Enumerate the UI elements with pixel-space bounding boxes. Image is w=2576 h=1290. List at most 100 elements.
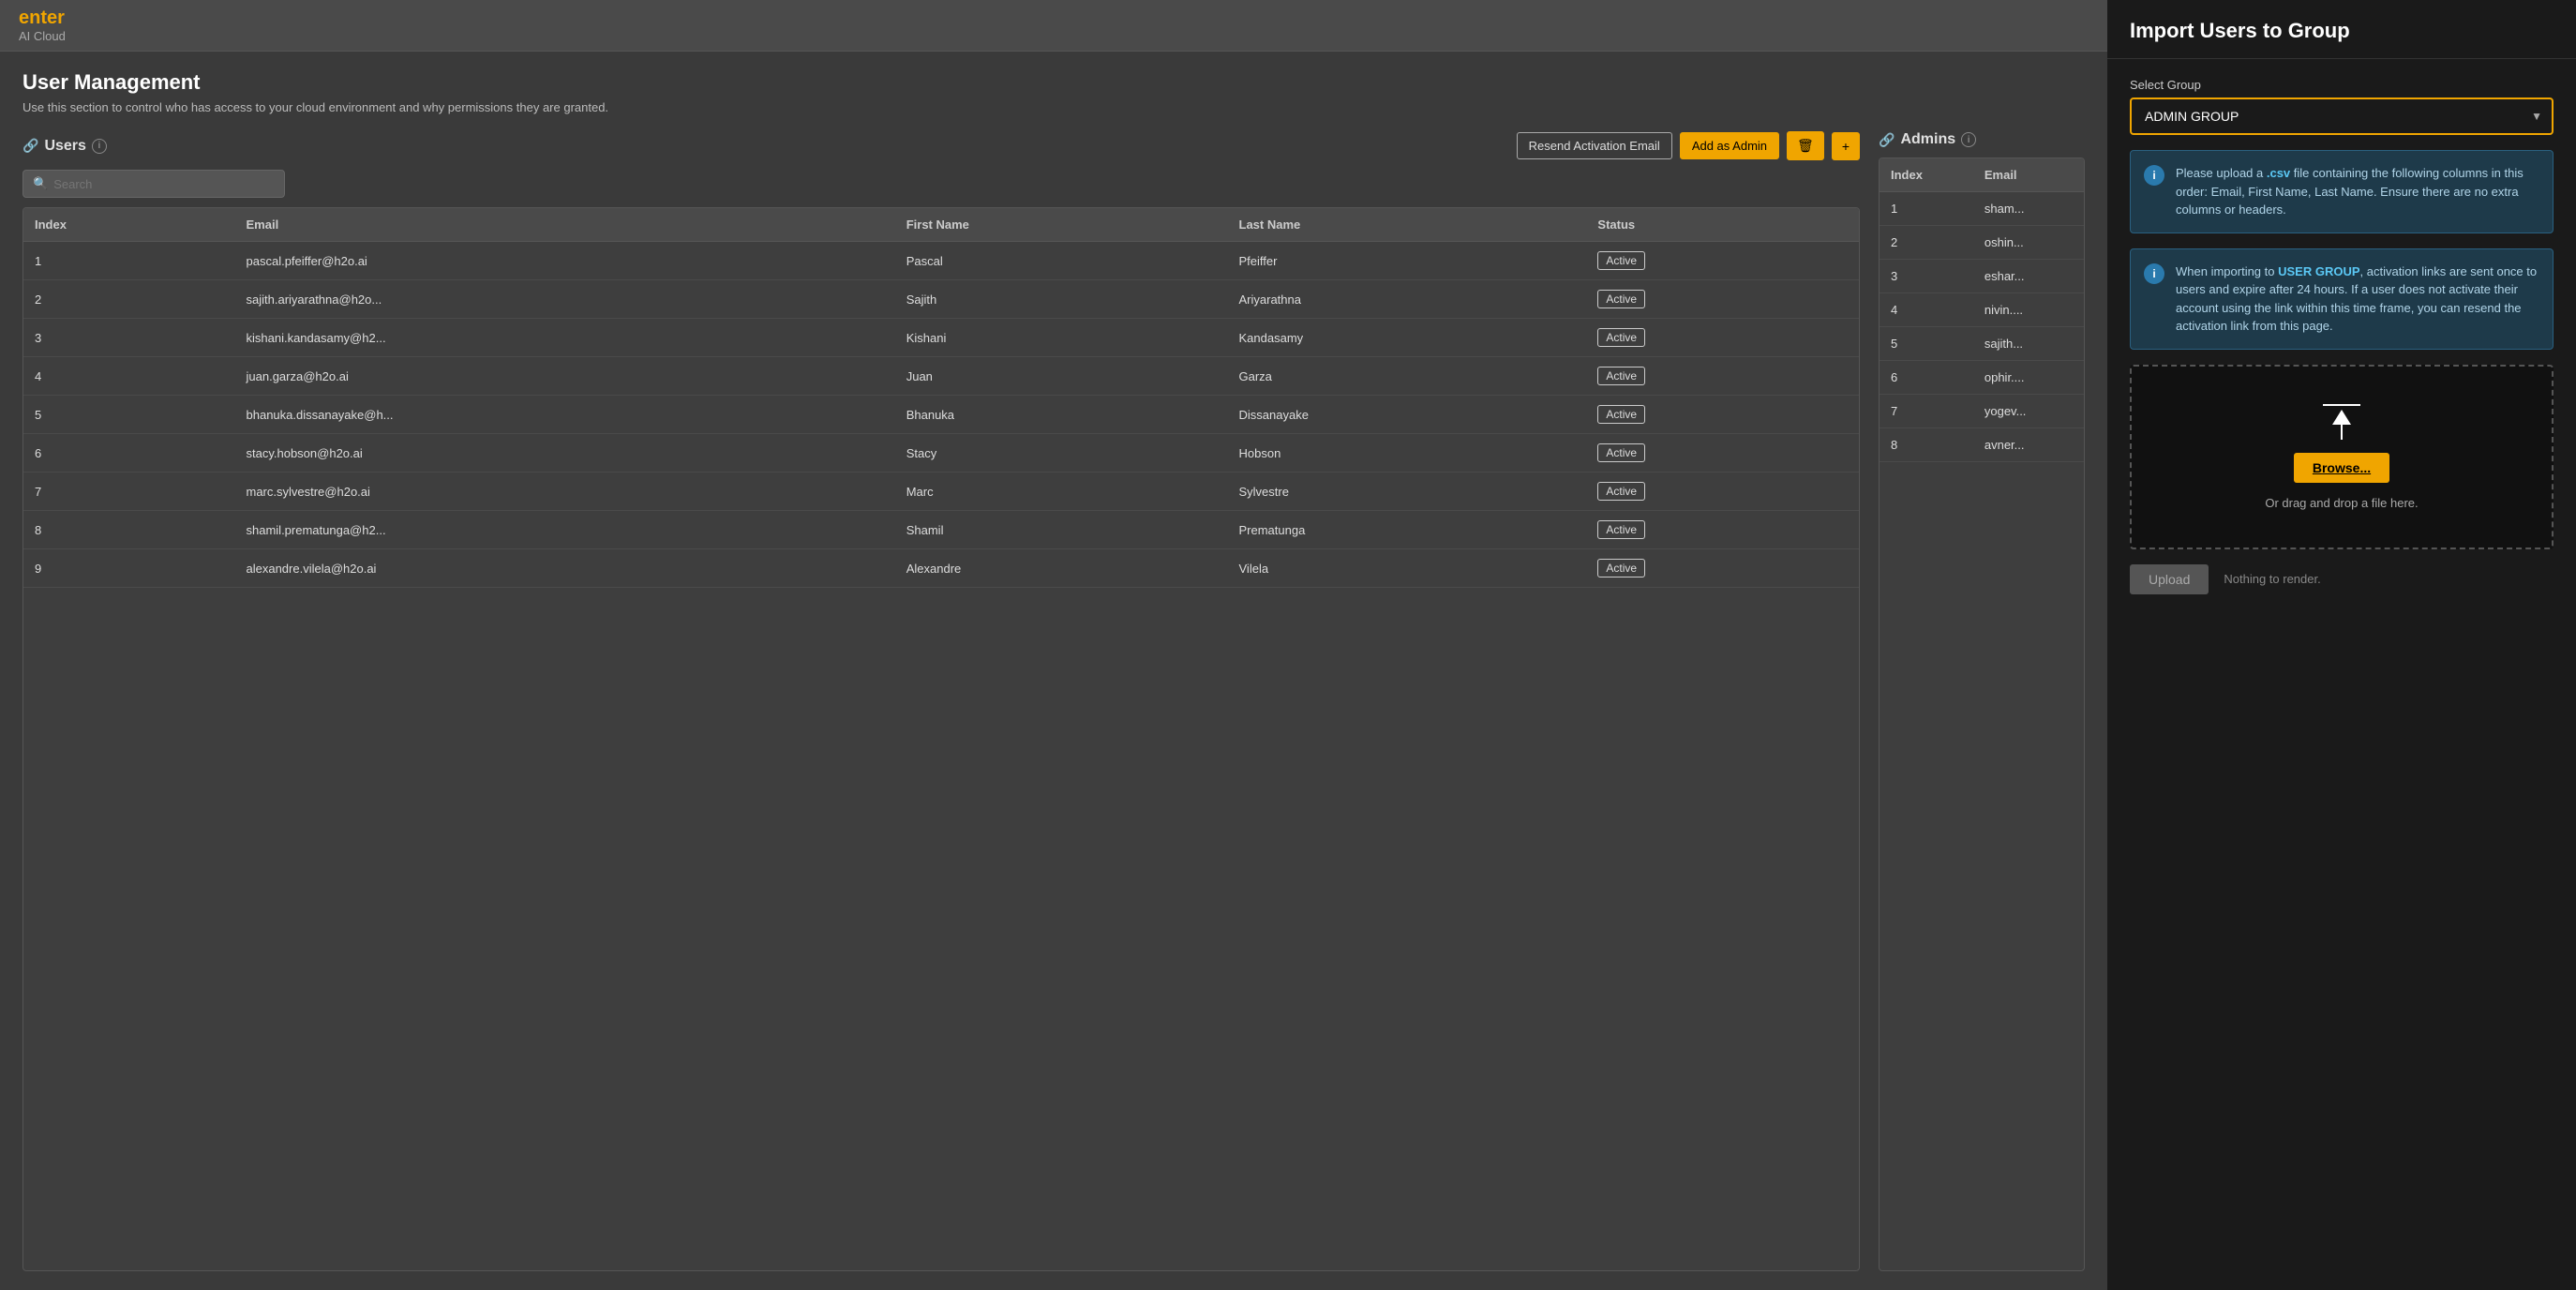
user-first-name: Juan bbox=[895, 357, 1228, 396]
admin-index: 1 bbox=[1880, 192, 1973, 226]
table-row[interactable]: 3 eshar... bbox=[1880, 260, 2084, 293]
user-index: 7 bbox=[23, 472, 235, 511]
info-box-csv: i Please upload a .csv file containing t… bbox=[2130, 150, 2554, 233]
status-badge: Active bbox=[1597, 405, 1645, 424]
table-row[interactable]: 9 alexandre.vilela@h2o.ai Alexandre Vile… bbox=[23, 549, 1859, 588]
table-row[interactable]: 4 nivin.... bbox=[1880, 293, 2084, 327]
status-badge: Active bbox=[1597, 482, 1645, 501]
user-last-name: Dissanayake bbox=[1228, 396, 1587, 434]
admin-index: 8 bbox=[1880, 428, 1973, 462]
user-index: 4 bbox=[23, 357, 235, 396]
user-status: Active bbox=[1586, 549, 1859, 588]
users-section-header: 🔗 Users i Resend Activation Email Add as… bbox=[22, 131, 1860, 160]
upload-button[interactable]: Upload bbox=[2130, 564, 2209, 594]
table-row[interactable]: 1 sham... bbox=[1880, 192, 2084, 226]
table-row[interactable]: 7 marc.sylvestre@h2o.ai Marc Sylvestre A… bbox=[23, 472, 1859, 511]
info-text-1: Please upload a .csv file containing the… bbox=[2176, 164, 2539, 219]
import-panel-header: Import Users to Group bbox=[2107, 0, 2576, 59]
admins-table-wrap: Index Email 1 sham... 2 oshin... 3 eshar… bbox=[1879, 158, 2085, 1271]
user-last-name: Hobson bbox=[1228, 434, 1587, 472]
nothing-to-render: Nothing to render. bbox=[2224, 572, 2320, 586]
app-name: enter bbox=[19, 8, 2089, 29]
import-panel-body: Select Group ADMIN GROUP USER GROUP ▼ i … bbox=[2107, 59, 2576, 1290]
user-last-name: Sylvestre bbox=[1228, 472, 1587, 511]
admin-index: 4 bbox=[1880, 293, 1973, 327]
table-row[interactable]: 8 avner... bbox=[1880, 428, 2084, 462]
table-row[interactable]: 1 pascal.pfeiffer@h2o.ai Pascal Pfeiffer… bbox=[23, 242, 1859, 280]
col-last-name: Last Name bbox=[1228, 208, 1587, 242]
table-row[interactable]: 6 ophir.... bbox=[1880, 361, 2084, 395]
user-last-name: Vilela bbox=[1228, 549, 1587, 588]
admin-col-email: Email bbox=[1973, 158, 2084, 192]
delete-button[interactable]: 🗑 bbox=[1787, 131, 1824, 160]
user-last-name: Prematunga bbox=[1228, 511, 1587, 549]
resend-activation-button[interactable]: Resend Activation Email bbox=[1517, 132, 1672, 159]
users-toolbar: Resend Activation Email Add as Admin 🗑 + bbox=[1517, 131, 1860, 160]
page-description: Use this section to control who has acce… bbox=[22, 100, 2085, 114]
table-row[interactable]: 3 kishani.kandasamy@h2... Kishani Kandas… bbox=[23, 319, 1859, 357]
search-wrap: 🔍 bbox=[22, 170, 285, 198]
admins-info-icon[interactable]: i bbox=[1961, 132, 1976, 147]
user-last-name: Pfeiffer bbox=[1228, 242, 1587, 280]
upload-area[interactable]: Browse... Or drag and drop a file here. bbox=[2130, 365, 2554, 549]
admin-index: 5 bbox=[1880, 327, 1973, 361]
user-first-name: Sajith bbox=[895, 280, 1228, 319]
admins-table-header-row: Index Email bbox=[1880, 158, 2084, 192]
admins-table-body: 1 sham... 2 oshin... 3 eshar... 4 nivin.… bbox=[1880, 192, 2084, 462]
user-first-name: Marc bbox=[895, 472, 1228, 511]
users-table-body: 1 pascal.pfeiffer@h2o.ai Pascal Pfeiffer… bbox=[23, 242, 1859, 588]
user-email: kishani.kandasamy@h2... bbox=[235, 319, 895, 357]
table-row[interactable]: 8 shamil.prematunga@h2... Shamil Prematu… bbox=[23, 511, 1859, 549]
import-panel: Import Users to Group Select Group ADMIN… bbox=[2107, 0, 2576, 1290]
col-index: Index bbox=[23, 208, 235, 242]
tables-row: 🔗 Users i Resend Activation Email Add as… bbox=[22, 131, 2085, 1271]
admins-link-icon: 🔗 bbox=[1879, 132, 1895, 148]
search-input[interactable] bbox=[53, 177, 275, 191]
search-icon: 🔍 bbox=[33, 176, 48, 191]
users-table: Index Email First Name Last Name Status … bbox=[23, 208, 1859, 588]
upload-actions: Upload Nothing to render. bbox=[2130, 564, 2554, 594]
add-as-admin-button[interactable]: Add as Admin bbox=[1680, 132, 1779, 159]
status-badge: Active bbox=[1597, 328, 1645, 347]
status-badge: Active bbox=[1597, 251, 1645, 270]
group-select[interactable]: ADMIN GROUP USER GROUP bbox=[2130, 98, 2554, 135]
add-user-button[interactable]: + bbox=[1832, 132, 1860, 160]
table-row[interactable]: 7 yogev... bbox=[1880, 395, 2084, 428]
users-table-header-row: Index Email First Name Last Name Status bbox=[23, 208, 1859, 242]
status-badge: Active bbox=[1597, 520, 1645, 539]
users-section-title: 🔗 Users i bbox=[22, 138, 107, 155]
users-info-icon[interactable]: i bbox=[92, 139, 107, 154]
table-row[interactable]: 5 sajith... bbox=[1880, 327, 2084, 361]
app-header: enter AI Cloud bbox=[0, 0, 2107, 52]
user-index: 2 bbox=[23, 280, 235, 319]
table-row[interactable]: 4 juan.garza@h2o.ai Juan Garza Active bbox=[23, 357, 1859, 396]
col-email: Email bbox=[235, 208, 895, 242]
admin-email: oshin... bbox=[1973, 226, 2084, 260]
table-row[interactable]: 2 sajith.ariyarathna@h2o... Sajith Ariya… bbox=[23, 280, 1859, 319]
link-icon: 🔗 bbox=[22, 138, 38, 154]
users-table-head: Index Email First Name Last Name Status bbox=[23, 208, 1859, 242]
table-row[interactable]: 2 oshin... bbox=[1880, 226, 2084, 260]
admins-table: Index Email 1 sham... 2 oshin... 3 eshar… bbox=[1880, 158, 2084, 462]
user-email: shamil.prematunga@h2... bbox=[235, 511, 895, 549]
browse-button[interactable]: Browse... bbox=[2294, 453, 2389, 483]
user-index: 8 bbox=[23, 511, 235, 549]
user-first-name: Shamil bbox=[895, 511, 1228, 549]
admins-title-label: Admins bbox=[1900, 131, 1955, 148]
admin-index: 3 bbox=[1880, 260, 1973, 293]
admin-email: nivin.... bbox=[1973, 293, 2084, 327]
table-row[interactable]: 6 stacy.hobson@h2o.ai Stacy Hobson Activ… bbox=[23, 434, 1859, 472]
admins-section-title: 🔗 Admins i bbox=[1879, 131, 1976, 148]
admin-email: sham... bbox=[1973, 192, 2084, 226]
table-row[interactable]: 5 bhanuka.dissanayake@h... Bhanuka Dissa… bbox=[23, 396, 1859, 434]
user-status: Active bbox=[1586, 396, 1859, 434]
select-group-label: Select Group bbox=[2130, 78, 2554, 92]
user-status: Active bbox=[1586, 242, 1859, 280]
admins-section-header: 🔗 Admins i bbox=[1879, 131, 2085, 148]
user-index: 3 bbox=[23, 319, 235, 357]
user-status: Active bbox=[1586, 280, 1859, 319]
user-status: Active bbox=[1586, 357, 1859, 396]
search-row: 🔍 bbox=[22, 170, 1860, 198]
upload-arrow bbox=[2332, 410, 2351, 440]
upload-icon bbox=[2323, 404, 2360, 440]
